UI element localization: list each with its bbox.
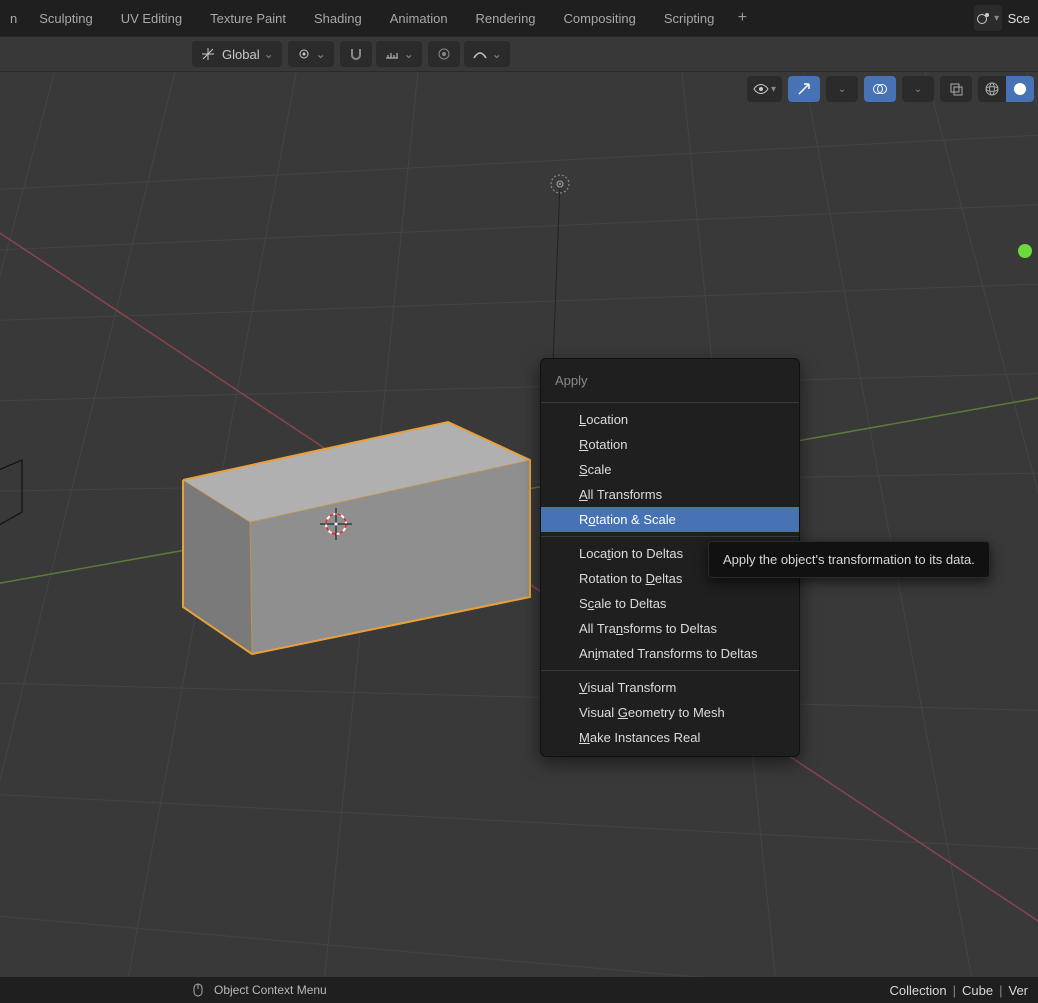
gizmo-arrow-icon [796,81,812,97]
menu-item-all-transforms[interactable]: All Transforms [541,482,799,507]
3d-viewport[interactable] [0,72,1038,977]
workspace-tab-leading[interactable]: n [4,3,25,34]
overlays-icon [872,81,888,97]
gizmos-dropdown[interactable]: ⌄ [826,76,858,102]
menu-title: Apply [541,365,799,398]
wireframe-sphere-icon [984,81,1000,97]
scene-name: Sce [1008,11,1030,26]
shading-solid[interactable] [1006,76,1034,102]
workspace-tab-compositing[interactable]: Compositing [550,3,650,34]
mouse-icon [190,982,206,998]
menu-item-all-transforms-to-deltas[interactable]: All Transforms to Deltas [541,616,799,641]
falloff-icon [472,46,488,62]
overlays-toggle[interactable] [864,76,896,102]
object-visibility-dropdown[interactable]: ▾ [747,76,782,102]
axes-icon [200,46,216,62]
menu-item-make-instances-real[interactable]: Make Instances Real [541,725,799,750]
workspace-tabs: n Sculpting UV Editing Texture Paint Sha… [0,0,1038,36]
orientation-label: Global [222,47,260,62]
workspace-tab-rendering[interactable]: Rendering [462,3,550,34]
status-hint: Object Context Menu [214,983,327,997]
status-bar: Object Context Menu Collection | Cube | … [0,977,1038,1003]
proportional-edit-toggle[interactable] [428,41,460,67]
viewport-overlay-controls: ▾ ⌄ ⌄ [747,76,1034,102]
menu-separator [541,536,799,537]
workspace-tab-uv-editing[interactable]: UV Editing [107,3,196,34]
cube-object[interactable] [183,422,530,654]
menu-item-location[interactable]: Location [541,407,799,432]
y-axis-gizmo-handle[interactable] [1018,244,1032,258]
menu-item-rotation-and-scale[interactable]: Rotation & Scale [541,507,799,532]
xray-toggle[interactable] [940,76,972,102]
pivot-icon [296,46,312,62]
tooltip: Apply the object's transformation to its… [708,541,990,578]
eye-icon [753,81,769,97]
breadcrumb-collection: Collection [890,983,947,998]
viewport-canvas [0,72,1038,977]
status-breadcrumb: Collection | Cube | Ver [890,983,1028,998]
gizmos-toggle[interactable] [788,76,820,102]
solid-sphere-icon [1012,81,1028,97]
menu-item-visual-transform[interactable]: Visual Transform [541,675,799,700]
workspace-tab-scripting[interactable]: Scripting [650,3,729,34]
menu-separator [541,670,799,671]
proportional-falloff-dropdown[interactable] [464,41,510,67]
overlays-dropdown[interactable]: ⌄ [902,76,934,102]
scene-icon: ▾ [974,5,1002,31]
menu-separator [541,402,799,403]
add-workspace-button[interactable]: + [728,9,756,27]
workspace-tab-shading[interactable]: Shading [300,3,376,34]
menu-item-scale[interactable]: Scale [541,457,799,482]
breadcrumb-extra: Ver [1008,983,1028,998]
snap-increment-icon [384,46,400,62]
workspace-tab-animation[interactable]: Animation [376,3,462,34]
viewport-header: Global [0,36,1038,72]
menu-item-animated-transforms-to-deltas[interactable]: Animated Transforms to Deltas [541,641,799,666]
proportional-icon [436,46,452,62]
pivot-point-dropdown[interactable] [288,41,334,67]
xray-icon [948,81,964,97]
snap-options-dropdown[interactable] [376,41,422,67]
menu-item-rotation[interactable]: Rotation [541,432,799,457]
viewport-shading-group [978,76,1034,102]
transform-orientation-dropdown[interactable]: Global [192,41,282,67]
snap-toggle[interactable] [340,41,372,67]
menu-item-scale-to-deltas[interactable]: Scale to Deltas [541,591,799,616]
shading-wireframe[interactable] [978,76,1006,102]
menu-item-visual-geometry-to-mesh[interactable]: Visual Geometry to Mesh [541,700,799,725]
scene-selector[interactable]: ▾ Sce [974,5,1034,31]
breadcrumb-object: Cube [962,983,993,998]
workspace-tab-sculpting[interactable]: Sculpting [25,3,106,34]
magnet-icon [348,46,364,62]
workspace-tab-texture-paint[interactable]: Texture Paint [196,3,300,34]
camera-icon [0,460,22,528]
